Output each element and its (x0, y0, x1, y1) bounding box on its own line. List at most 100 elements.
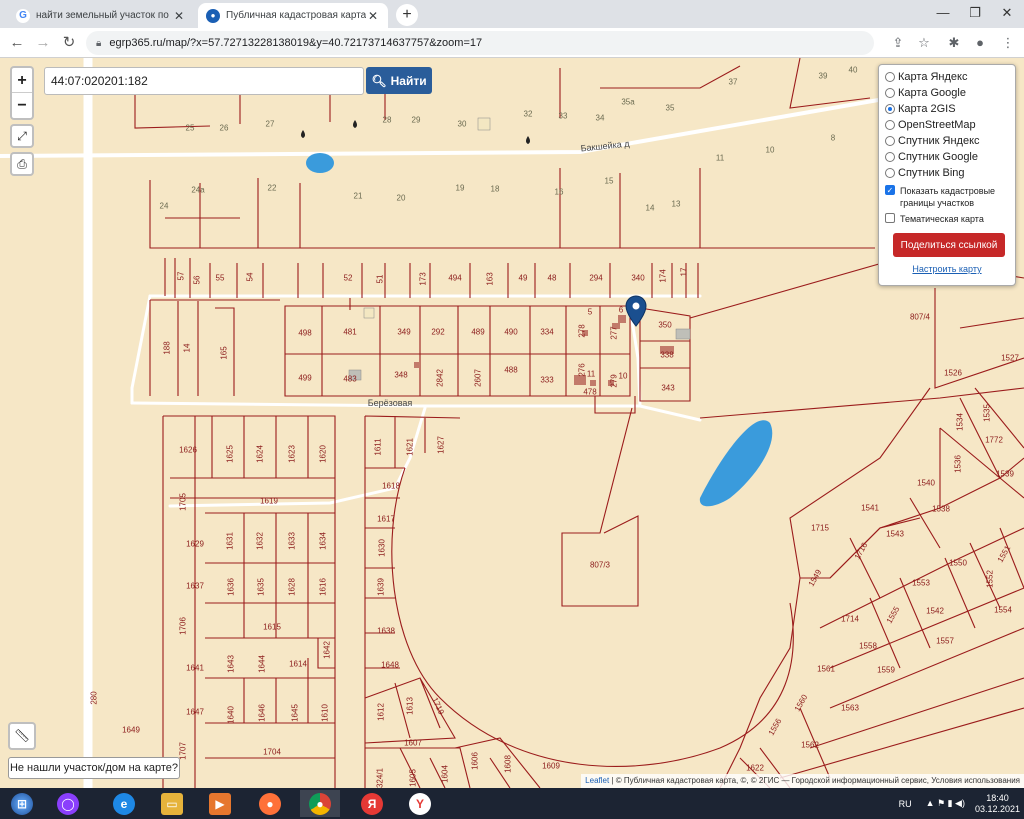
layer-option[interactable]: Спутник Яндекс (885, 133, 1009, 149)
taskbar-explorer[interactable]: ▭ (152, 790, 192, 817)
house-number: 15 (604, 176, 614, 186)
share-link-button[interactable]: Поделиться ссылкой (893, 233, 1005, 257)
layer-option-label: Спутник Яндекс (898, 135, 980, 147)
taskbar-media[interactable]: ▶ (200, 790, 240, 817)
reload-button[interactable]: ↻ (58, 32, 80, 54)
url-text: egrp365.ru/map/?x=57.72713228138019&y=40… (109, 37, 483, 49)
ruler-icon[interactable]: 📏︎ (8, 722, 36, 750)
layer-option[interactable]: Карта Яндекс (885, 69, 1009, 85)
extensions-icon[interactable]: ✱ (944, 33, 964, 53)
radio-icon (885, 104, 895, 114)
layer-option-label: OpenStreetMap (898, 119, 976, 131)
address-bar: ← → ↻ 🔒︎ egrp365.ru/map/?x=57.7271322813… (0, 28, 1024, 58)
radio-icon (885, 152, 895, 162)
checkbox-label: Тематическая карта (900, 214, 984, 224)
url-field[interactable]: 🔒︎ egrp365.ru/map/?x=57.72713228138019&y… (86, 31, 874, 55)
layer-option[interactable]: OpenStreetMap (885, 117, 1009, 133)
clock[interactable]: 18:40 03.12.2021 (975, 793, 1020, 815)
windows-logo-icon: ⊞ (11, 792, 33, 815)
find-button[interactable]: 🔍︎ Найти (366, 67, 432, 94)
tab-cadastral-map[interactable]: ● Публичная кадастровая карта К ✕ (198, 3, 388, 28)
layer-option[interactable]: Карта Google (885, 85, 1009, 101)
folder-icon: ▭ (161, 792, 183, 815)
radio-icon (885, 120, 895, 130)
thematic-map-checkbox[interactable]: Тематическая карта (885, 213, 1009, 225)
bookmark-star-icon[interactable]: ☆ (914, 33, 934, 53)
taskbar-chrome[interactable]: ● (300, 790, 340, 817)
road-bakshejka (0, 96, 892, 158)
taskbar-ie[interactable]: e (104, 790, 144, 817)
house-number: 30 (457, 119, 467, 129)
fullscreen-button[interactable]: ⤢ (10, 124, 34, 148)
house-number: 34 (595, 113, 605, 123)
profile-avatar[interactable]: ● (970, 33, 990, 53)
taskbar-yandex-browser[interactable]: Y (400, 790, 440, 817)
zoom-out-button[interactable]: − (12, 93, 32, 118)
house-number: 14 (645, 203, 655, 213)
tray-icons[interactable]: ▲ ⚑ ▮ ◀) (926, 798, 965, 809)
layer-option-label: Карта 2GIS (898, 103, 956, 115)
map-viewport[interactable]: Бакшейка д Берёзовая 25 26 27 28 29 30 32 33 34 3… (0, 58, 1024, 788)
house-number: 16 (554, 187, 564, 197)
yandex-browser-icon: Y (409, 792, 431, 815)
layer-option[interactable]: Спутник Google (885, 149, 1009, 165)
layer-option-label: Спутник Google (898, 151, 978, 163)
tab-search[interactable]: G найти земельный участок по ка ✕ (8, 3, 194, 28)
zoom-in-button[interactable]: + (12, 68, 32, 93)
house-number: 8 (830, 133, 836, 143)
windows-taskbar: ⊞ ◯ e ▭ ▶ ● ● Я Y RU ▲ ⚑ ▮ ◀) 18:40 03.1… (0, 788, 1024, 819)
house-number: 24 (159, 201, 169, 211)
close-tab-icon[interactable]: ✕ (366, 9, 380, 23)
print-button[interactable]: ⎙ (10, 152, 34, 176)
house-number: 35 (665, 103, 675, 113)
tab-title: Публичная кадастровая карта К (226, 10, 366, 21)
cadastral-number-input[interactable] (44, 67, 364, 95)
taskbar-firefox[interactable]: ● (250, 790, 290, 817)
taskbar-alice[interactable]: ◯ (48, 790, 88, 817)
house-number: 18 (490, 184, 500, 194)
house-number: 10 (765, 145, 775, 155)
layer-option-label: Карта Яндекс (898, 71, 968, 83)
internet-explorer-icon: e (113, 792, 135, 815)
house-number: 28 (382, 115, 392, 125)
house-number: 26 (219, 123, 229, 133)
pond-large (699, 420, 773, 507)
configure-map-link[interactable]: Настроить карту (885, 264, 1009, 274)
not-found-button[interactable]: Не нашли участок/дом на карте? (8, 757, 180, 779)
house-number: 33 (558, 111, 568, 121)
forward-button[interactable]: → (32, 32, 54, 54)
house-number: 37 (728, 77, 738, 87)
house-number: 39 (818, 71, 828, 81)
house-number: 35а (621, 97, 635, 107)
search-icon: 🔍︎ (371, 73, 387, 88)
layer-option[interactable]: Спутник Bing (885, 165, 1009, 181)
menu-dots-icon[interactable]: ⋮ (998, 33, 1018, 53)
find-button-label: Найти (390, 73, 427, 88)
start-button[interactable]: ⊞ (2, 790, 42, 817)
maximize-button[interactable]: ❐ (958, 0, 992, 28)
lock-icon: 🔒︎ (96, 37, 102, 49)
map-attribution: Leaflet | © Публичная кадастровая карта,… (581, 774, 1024, 788)
back-button[interactable]: ← (6, 32, 28, 54)
share-page-icon[interactable]: ⇪ (888, 33, 908, 53)
house-number: 19 (455, 183, 465, 193)
house-number: 32 (523, 109, 533, 119)
close-tab-icon[interactable]: ✕ (172, 9, 186, 23)
new-tab-button[interactable]: + (396, 4, 418, 26)
tab-bar: G найти земельный участок по ка ✕ ● Публ… (0, 0, 1024, 28)
map-pin-icon: ● (206, 8, 220, 23)
close-window-button[interactable]: ✕ (990, 0, 1024, 28)
house-number: 29 (411, 115, 421, 125)
house-number: 25 (185, 123, 195, 133)
location-pin-icon (625, 295, 647, 327)
checkbox-label: Показать кадастровые границы участков (900, 186, 996, 208)
cadastral-borders-checkbox[interactable]: ✓ Показать кадастровые границы участков (885, 185, 1009, 209)
language-indicator[interactable]: RU (899, 799, 912, 809)
taskbar-yandex[interactable]: Я (352, 790, 392, 817)
leaflet-link[interactable]: Leaflet (585, 776, 609, 785)
house-number: 21 (353, 191, 363, 201)
layer-option[interactable]: Карта 2GIS (885, 101, 1009, 117)
house-number: 20 (396, 193, 406, 203)
minimize-button[interactable]: — (926, 0, 960, 28)
radio-icon (885, 72, 895, 82)
